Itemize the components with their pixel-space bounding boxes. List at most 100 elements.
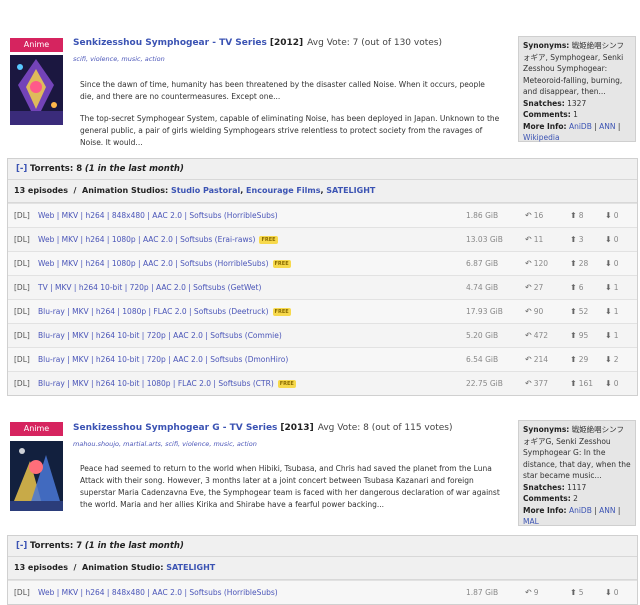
leechers-count: 0	[613, 379, 619, 388]
torrent-rows: [DL] Web | MKV | h264 | 848x480 | AAC 2.…	[8, 203, 637, 395]
collapse-toggle[interactable]: [-]	[16, 164, 27, 174]
torrent-size: 4.74 GiB	[466, 283, 499, 292]
studio-link[interactable]: Studio Pastoral	[171, 186, 240, 195]
link-mal[interactable]: MAL	[523, 517, 539, 526]
freeleech-badge: FREE	[277, 380, 296, 388]
tag-link[interactable]: violence	[178, 440, 209, 448]
download-link[interactable]: [DL]	[14, 372, 30, 395]
download-link[interactable]: [DL]	[14, 252, 30, 275]
link-anidb[interactable]: AniDB	[569, 122, 592, 131]
torrent-count: Torrents: 7	[30, 541, 83, 551]
leechers-icon: ⬇	[605, 355, 612, 364]
snatch-icon: ↶	[525, 307, 532, 316]
torrent-format-link[interactable]: Blu-ray | MKV | h264 10-bit | 720p | AAC…	[38, 348, 288, 371]
collapse-toggle[interactable]: [-]	[16, 541, 27, 551]
cover-image[interactable]	[10, 55, 63, 125]
download-link[interactable]: [DL]	[14, 276, 30, 299]
download-link[interactable]: [DL]	[14, 228, 30, 251]
torrent-size: 5.20 GiB	[466, 331, 499, 340]
series-info-box: Synonyms: 戦姫絶唱シンフォギア, Symphogear, Senki …	[518, 36, 636, 142]
series-description: Peace had seemed to return to the world …	[80, 463, 500, 521]
category-badge[interactable]: Anime	[10, 38, 63, 52]
seeders-count: 95	[578, 331, 589, 340]
snatch-icon: ↶	[525, 259, 532, 268]
comments: Comments: 2	[523, 494, 578, 503]
link-ann[interactable]: ANN	[599, 506, 615, 515]
snatch-icon: ↶	[525, 379, 532, 388]
torrent-panel-header: [-] Torrents: 7 (1 in the last month)	[8, 536, 637, 557]
cover-image[interactable]	[10, 441, 63, 511]
torrent-size: 13.03 GiB	[466, 235, 503, 244]
torrent-format-link[interactable]: Web | MKV | h264 | 1080p | AAC 2.0 | Sof…	[38, 259, 269, 268]
torrent-format-link[interactable]: Blu-ray | MKV | h264 10-bit | 1080p | FL…	[38, 379, 274, 388]
torrent-panel: [-] Torrents: 8 (1 in the last month) 13…	[7, 158, 638, 396]
tag-list: scifiviolencemusicaction	[73, 55, 165, 63]
avg-vote: Avg Vote: 8 (out of 115 votes)	[317, 423, 453, 433]
leechers-count: 0	[613, 259, 619, 268]
snatches: Snatches: 1117	[523, 482, 587, 492]
series-year: [2013]	[280, 423, 314, 433]
torrent-row: [DL] Web | MKV | h264 | 1080p | AAC 2.0 …	[8, 251, 637, 275]
tag-link[interactable]: action	[141, 55, 165, 63]
snatch-icon: ↶	[525, 235, 532, 244]
torrent-count: Torrents: 8	[30, 164, 83, 174]
torrent-row: [DL] Blu-ray | MKV | h264 10-bit | 720p …	[8, 347, 637, 371]
torrent-format-link[interactable]: Web | MKV | h264 | 848x480 | AAC 2.0 | S…	[38, 204, 278, 227]
snatch-icon: ↶	[525, 355, 532, 364]
torrent-format-link[interactable]: TV | MKV | h264 10-bit | 720p | AAC 2.0 …	[38, 276, 261, 299]
torrent-format-link[interactable]: Blu-ray | MKV | h264 | 1080p | FLAC 2.0 …	[38, 307, 269, 316]
link-anidb[interactable]: AniDB	[569, 506, 592, 515]
snatch-count: 214	[533, 355, 549, 364]
avg-vote: Avg Vote: 7 (out of 130 votes)	[307, 38, 442, 48]
series-title-link[interactable]: Senkizesshou Symphogear G - TV Series	[73, 423, 277, 433]
leechers-icon: ⬇	[605, 307, 612, 316]
seeders-count: 5	[578, 588, 584, 597]
link-ann[interactable]: ANN	[599, 122, 615, 131]
tag-link[interactable]: music	[117, 55, 140, 63]
tag-link[interactable]: mahou.shoujo	[73, 440, 119, 448]
episode-count: 13 episodes	[14, 563, 68, 572]
torrent-panel-header: [-] Torrents: 8 (1 in the last month)	[8, 159, 637, 180]
tag-link[interactable]: scifi	[73, 55, 86, 63]
studio-link[interactable]: SATELIGHT	[166, 563, 215, 572]
studio-link[interactable]: SATELIGHT	[326, 186, 375, 195]
leechers-icon: ⬇	[605, 379, 612, 388]
series-title-link[interactable]: Senkizesshou Symphogear - TV Series	[73, 38, 267, 48]
seeders-count: 52	[578, 307, 589, 316]
download-link[interactable]: [DL]	[14, 300, 30, 323]
torrent-format-link[interactable]: Web | MKV | h264 | 848x480 | AAC 2.0 | S…	[38, 581, 278, 604]
torrent-format-link[interactable]: Web | MKV | h264 | 1080p | AAC 2.0 | Sof…	[38, 235, 255, 244]
category-badge[interactable]: Anime	[10, 422, 63, 436]
download-link[interactable]: [DL]	[14, 581, 30, 604]
series-title-line: Senkizesshou Symphogear - TV Series [2012…	[73, 38, 442, 48]
seeders-icon: ⬆	[570, 355, 577, 364]
tag-link[interactable]: action	[233, 440, 257, 448]
download-link[interactable]: [DL]	[14, 348, 30, 371]
torrent-row: [DL] TV | MKV | h264 10-bit | 720p | AAC…	[8, 275, 637, 299]
download-link[interactable]: [DL]	[14, 324, 30, 347]
tag-link[interactable]: scifi	[161, 440, 178, 448]
tag-link[interactable]: music	[209, 440, 232, 448]
seeders-count: 29	[578, 355, 589, 364]
tag-link[interactable]: martial.arts	[119, 440, 161, 448]
snatch-count: 120	[533, 259, 549, 268]
torrent-row: [DL] Blu-ray | MKV | h264 | 1080p | FLAC…	[8, 299, 637, 323]
synonyms: Synonyms: 戦姫絶唱シンフォギア, Symphogear, Senki …	[523, 41, 624, 96]
episodes-studios-row: 13 episodes / Animation Studios: Studio …	[8, 180, 637, 203]
torrent-size: 17.93 GiB	[466, 307, 503, 316]
snatch-count: 27	[533, 283, 544, 292]
seeders-icon: ⬆	[570, 283, 577, 292]
studio-link[interactable]: Encourage Films	[246, 186, 320, 195]
more-info: More Info: AniDB | ANN | Wikipedia	[523, 121, 621, 143]
torrent-size: 6.87 GiB	[466, 259, 499, 268]
description-paragraph: The top-secret Symphogear System, capabl…	[80, 114, 500, 147]
freeleech-badge: FREE	[272, 308, 291, 316]
torrent-format-link[interactable]: Blu-ray | MKV | h264 10-bit | 720p | AAC…	[38, 324, 282, 347]
seeders-count: 28	[578, 259, 589, 268]
download-link[interactable]: [DL]	[14, 204, 30, 227]
snatch-icon: ↶	[525, 588, 532, 597]
studios-label: Animation Studio:	[82, 563, 164, 572]
link-wikipedia[interactable]: Wikipedia	[523, 133, 560, 142]
leechers-icon: ⬇	[605, 259, 612, 268]
tag-link[interactable]: violence	[86, 55, 117, 63]
